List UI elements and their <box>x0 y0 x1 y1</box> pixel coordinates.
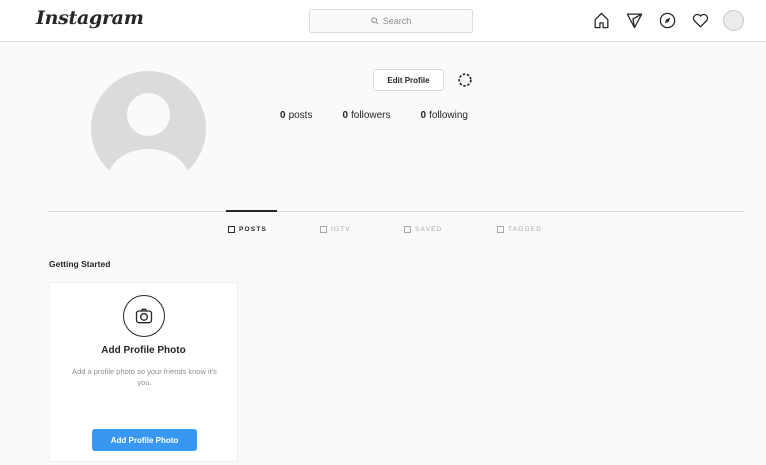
following-count: 0 <box>420 110 427 121</box>
search-input[interactable]: Search <box>309 9 473 33</box>
getting-started-title: Getting Started <box>49 259 111 269</box>
tab-posts-label: POSTS <box>239 226 268 233</box>
followers-count: 0 <box>342 110 349 121</box>
igtv-icon <box>320 226 327 233</box>
explore-icon[interactable] <box>657 10 678 31</box>
search-icon <box>371 17 379 25</box>
following-stat[interactable]: 0 following <box>421 110 468 121</box>
direct-icon[interactable] <box>624 10 645 31</box>
avatar-head-shape <box>127 93 170 136</box>
posts-count: 0 <box>280 110 286 121</box>
tag-icon <box>497 226 504 233</box>
tab-tagged[interactable]: TAGGED <box>497 226 542 233</box>
grid-icon <box>228 226 235 233</box>
search-placeholder: Search <box>382 16 412 26</box>
tab-igtv-label: IGTV <box>331 226 351 233</box>
tab-igtv[interactable]: IGTV <box>320 226 351 233</box>
nav-icons <box>591 10 744 31</box>
home-icon[interactable] <box>591 10 612 31</box>
tab-saved[interactable]: SAVED <box>404 226 443 233</box>
edit-profile-button[interactable]: Edit Profile <box>373 69 444 91</box>
profile-avatar[interactable] <box>91 71 206 186</box>
add-profile-photo-button[interactable]: Add Profile Photo <box>92 429 197 451</box>
top-nav-bar: Instagram Search <box>0 0 766 42</box>
tab-divider <box>48 211 744 212</box>
add-profile-photo-card: Add Profile Photo Add a profile photo so… <box>49 282 238 462</box>
camera-icon <box>123 295 165 337</box>
profile-stats: 0 posts 0 followers 0 following <box>280 110 498 121</box>
tab-saved-label: SAVED <box>415 226 443 233</box>
active-tab-indicator <box>226 210 277 212</box>
card-title: Add Profile Photo <box>101 345 186 356</box>
followers-stat[interactable]: 0 followers <box>342 110 390 121</box>
tab-posts[interactable]: POSTS <box>228 226 267 233</box>
bookmark-icon <box>404 226 411 233</box>
card-description: Add a profile photo so your friends know… <box>72 367 217 387</box>
avatar-body-shape <box>108 149 189 186</box>
settings-gear-icon[interactable] <box>455 70 475 90</box>
followers-label: followers <box>351 110 391 121</box>
tab-tagged-label: TAGGED <box>508 226 543 233</box>
posts-stat: 0 posts <box>280 110 312 121</box>
following-label: following <box>429 110 468 121</box>
posts-label: posts <box>288 110 313 121</box>
activity-heart-icon[interactable] <box>690 10 711 31</box>
instagram-logo[interactable]: Instagram <box>36 7 144 29</box>
profile-avatar-icon[interactable] <box>723 10 744 31</box>
